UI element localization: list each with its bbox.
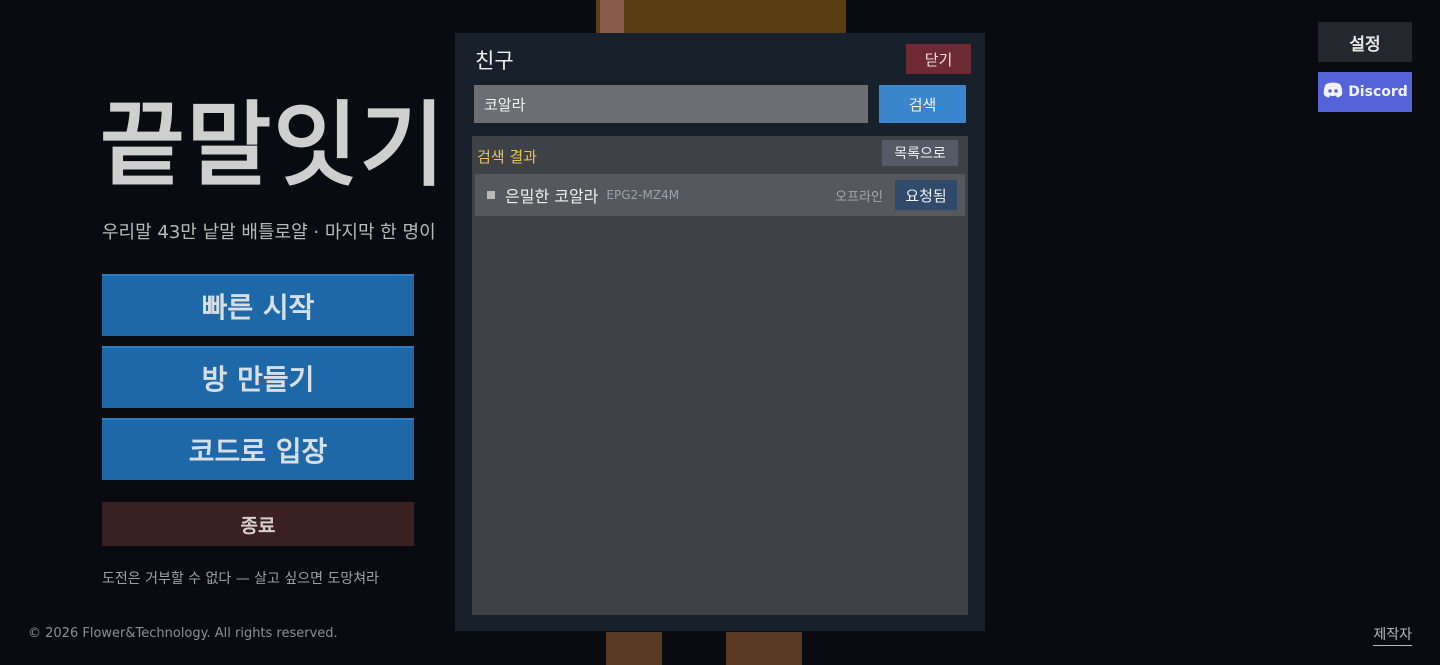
copyright: © 2026 Flower&Technology. All rights res… <box>28 626 338 641</box>
tagline: 도전은 거부할 수 없다 — 살고 싶으면 도망쳐라 <box>102 571 379 587</box>
requested-button[interactable]: 요청됨 <box>895 180 957 210</box>
modal-title: 친구 <box>475 49 514 73</box>
friend-name: 은밀한 코알라 <box>505 187 599 206</box>
friend-search-input[interactable] <box>474 85 868 123</box>
list-item: 은밀한 코알라 EPG2-MZ4M 오프라인 요청됨 <box>475 174 965 216</box>
background-character-leg-right <box>726 632 802 665</box>
search-button[interactable]: 검색 <box>879 85 966 123</box>
exit-button[interactable]: 종료 <box>102 502 414 546</box>
create-room-button[interactable]: 방 만들기 <box>102 346 414 408</box>
back-to-list-button[interactable]: 목록으로 <box>882 140 958 166</box>
background-character-leg-left <box>606 632 662 665</box>
settings-button[interactable]: 설정 <box>1318 22 1412 62</box>
results-header: 검색 결과 <box>477 148 537 166</box>
friend-code: EPG2-MZ4M <box>606 188 680 202</box>
background-character-neck <box>600 0 624 34</box>
game-subtitle: 우리말 43만 낱말 배틀로얄 · 마지막 한 명이 <box>102 222 436 243</box>
background-character-torso <box>596 0 846 34</box>
discord-icon <box>1322 82 1344 102</box>
join-by-code-button[interactable]: 코드로 입장 <box>102 418 414 480</box>
discord-button[interactable]: Discord <box>1318 72 1412 112</box>
close-button[interactable]: 닫기 <box>906 44 971 74</box>
credits-link[interactable]: 제작자 <box>1373 624 1412 646</box>
status-indicator-icon <box>487 191 495 199</box>
discord-label: Discord <box>1348 84 1408 100</box>
friends-modal: 친구 닫기 검색 검색 결과 목록으로 은밀한 코알라 EPG2-MZ4M 오프… <box>455 33 985 631</box>
search-results-panel: 검색 결과 목록으로 은밀한 코알라 EPG2-MZ4M 오프라인 요청됨 <box>472 136 968 615</box>
quick-start-button[interactable]: 빠른 시작 <box>102 274 414 336</box>
friend-status: 오프라인 <box>835 189 883 205</box>
game-title: 끝말잇기 <box>100 92 447 199</box>
